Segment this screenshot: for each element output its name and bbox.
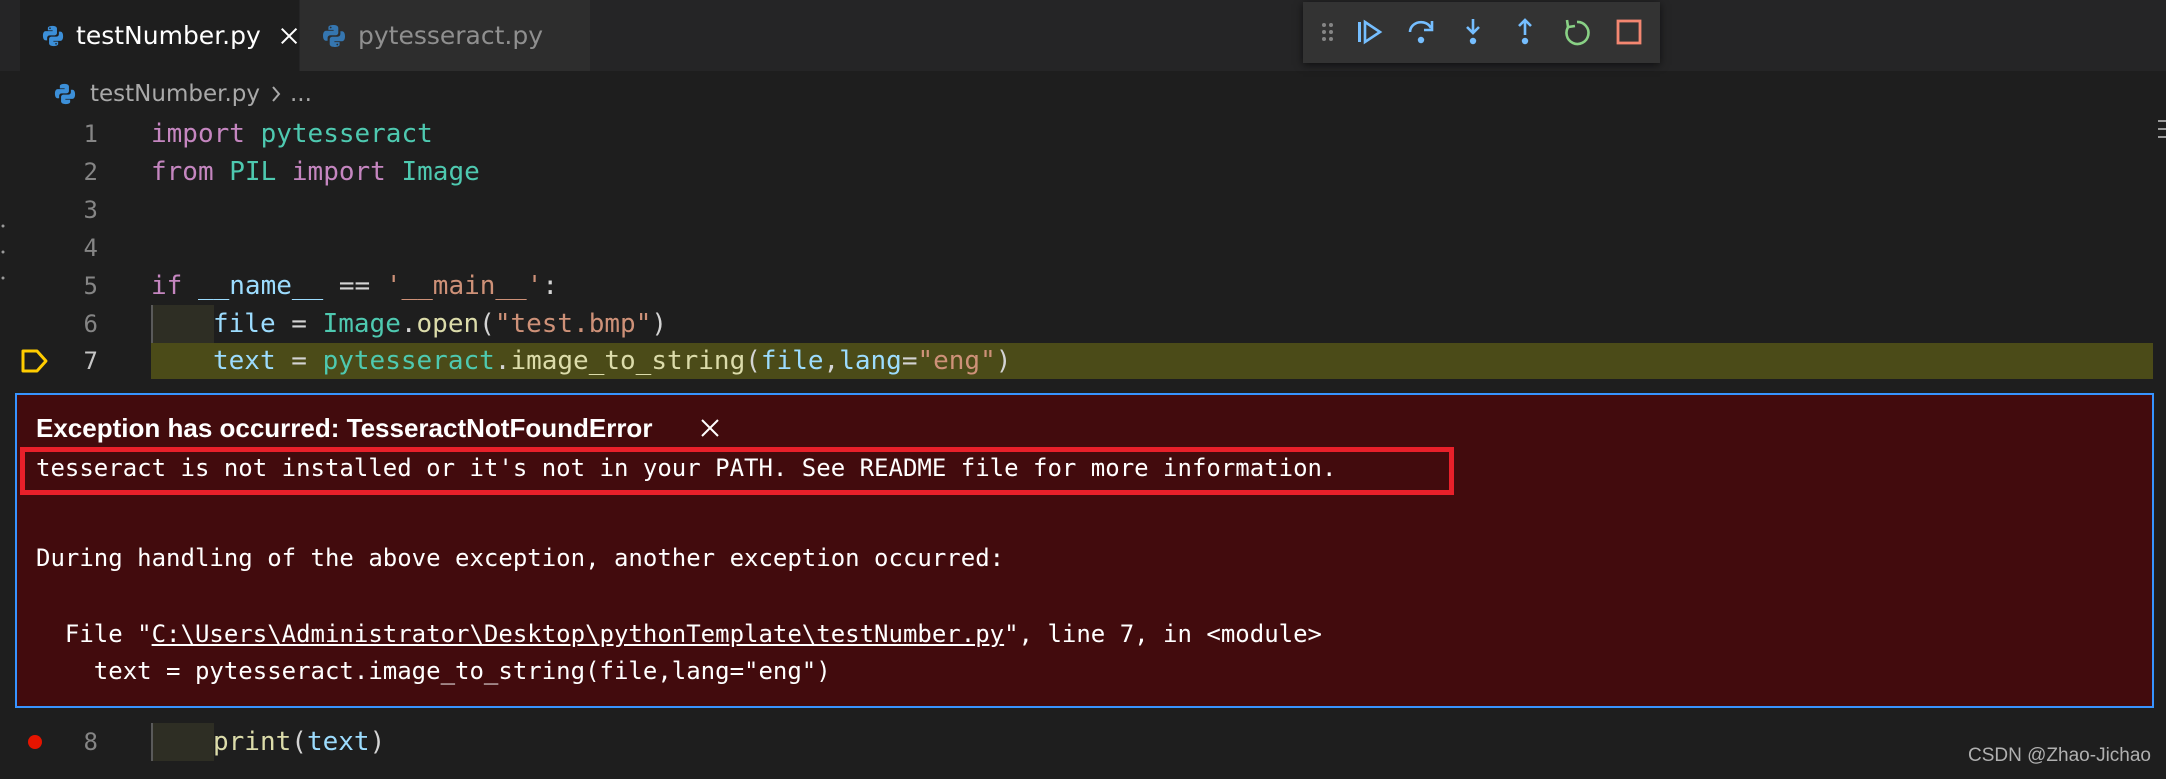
line-number: 5 [83,272,98,300]
watermark: CSDN @Zhao-Jichao [1968,745,2151,766]
line-number: 4 [83,234,98,262]
line-number: 1 [83,120,98,148]
python-file-icon [323,24,345,47]
code-text: if __name__ == '__main__': [151,271,559,301]
restart-icon[interactable] [1561,16,1593,48]
continue-icon[interactable] [1353,16,1385,48]
tab-bar: testNumber.py pytesseract.py [0,0,2166,71]
code-text: import pytesseract [151,119,433,149]
step-into-icon[interactable] [1457,16,1489,48]
exception-title: Exception has occurred: TesseractNotFoun… [36,413,653,443]
line-number: 6 [83,310,98,338]
breadcrumb-rest[interactable]: ... [290,81,312,107]
code-text: print(text) [213,727,386,757]
code-line[interactable]: 4 [0,229,2166,267]
breadcrumb-file[interactable]: testNumber.py [90,81,260,107]
drag-handle-icon[interactable] [1319,16,1337,48]
exception-widget: Exception has occurred: TesseractNotFoun… [15,393,2154,708]
chevron-right-icon [272,86,281,102]
python-file-icon [54,83,76,105]
exception-during-text: During handling of the above exception, … [36,544,1005,572]
code-line[interactable]: 6 file = Image.open("test.bmp") [0,305,2166,343]
traceback-code-line: text = pytesseract.image_to_string(file,… [36,657,831,685]
traceback-file-line: File "C:\Users\Administrator\Desktop\pyt… [36,620,1322,648]
line-number: 3 [83,196,98,224]
step-out-icon[interactable] [1509,16,1541,48]
tab-label: pytesseract.py [358,21,544,50]
breadcrumb[interactable]: testNumber.py ... [54,76,312,112]
code-line[interactable]: 2 from PIL import Image [0,153,2166,191]
stop-icon[interactable] [1613,16,1645,48]
line-number: 2 [83,158,98,186]
tab-testnumber[interactable]: testNumber.py [20,0,299,71]
code-text: file = Image.open("test.bmp") [213,309,668,339]
code-line[interactable]: 3 [0,191,2166,229]
python-file-icon [42,25,64,46]
tab-pytesseract[interactable]: pytesseract.py [300,0,590,71]
code-line[interactable]: 5 if __name__ == '__main__': [0,267,2166,305]
code-line[interactable]: 8 print(text) [0,723,2166,761]
debug-pointer-icon [21,349,48,373]
close-icon[interactable] [279,25,299,47]
code-line[interactable]: 1 import pytesseract [0,115,2166,153]
editor-window: testNumber.py pytesseract.py testNumber.… [0,0,2166,779]
indent-guide [151,723,214,761]
code-text: from PIL import Image [151,157,480,187]
close-icon[interactable] [699,417,721,439]
indent-guide [151,305,214,343]
step-over-icon[interactable] [1405,16,1437,48]
tab-label: testNumber.py [76,21,261,50]
code-line-current[interactable]: 7 text = pytesseract.image_to_string(fil… [0,342,2166,380]
code-text: text = pytesseract.image_to_string(file,… [213,346,1012,376]
file-path-link[interactable]: C:\Users\Administrator\Desktop\pythonTem… [152,620,1005,648]
line-number: 8 [83,728,98,756]
exception-message: tesseract is not installed or it's not i… [36,454,1337,482]
debug-toolbar [1303,2,1660,63]
